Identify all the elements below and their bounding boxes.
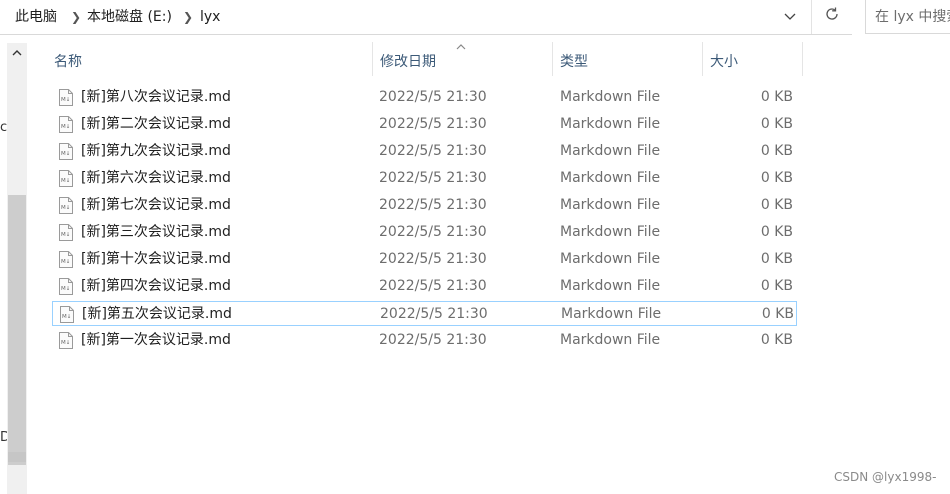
file-date: 2022/5/5 21:30 (379, 89, 487, 105)
svg-text:M↓: M↓ (61, 231, 70, 238)
file-type: Markdown File (560, 332, 661, 348)
file-name: [新]第八次会议记录.md (81, 89, 231, 105)
markdown-file-icon: M↓ (59, 89, 73, 106)
file-type: Markdown File (560, 170, 661, 186)
markdown-file-icon: M↓ (59, 278, 73, 295)
svg-text:M↓: M↓ (61, 339, 70, 346)
file-name: [新]第二次会议记录.md (81, 116, 231, 132)
chevron-down-icon[interactable] (776, 0, 804, 34)
column-header-type[interactable]: 类型 (553, 42, 702, 76)
file-name: [新]第三次会议记录.md (81, 224, 231, 240)
file-size: 0 KB (760, 224, 793, 240)
divider (811, 0, 812, 34)
svg-text:M↓: M↓ (61, 258, 70, 265)
file-date: 2022/5/5 21:30 (380, 306, 488, 322)
svg-text:M↓: M↓ (61, 96, 70, 103)
file-type: Markdown File (561, 306, 662, 322)
file-date: 2022/5/5 21:30 (379, 116, 487, 132)
scrollbar-track-segment[interactable] (8, 452, 26, 462)
chevron-right-icon[interactable]: ❯ (71, 0, 81, 34)
markdown-file-icon: M↓ (59, 197, 73, 214)
file-name: [新]第十次会议记录.md (81, 251, 231, 267)
file-size: 0 KB (760, 197, 793, 213)
file-date: 2022/5/5 21:30 (379, 251, 487, 267)
markdown-file-icon: M↓ (60, 306, 74, 323)
column-header-label: 类型 (560, 54, 588, 70)
file-date: 2022/5/5 21:30 (379, 170, 487, 186)
file-type: Markdown File (560, 251, 661, 267)
refresh-icon[interactable] (818, 0, 846, 34)
file-size: 0 KB (760, 332, 793, 348)
file-type: Markdown File (560, 278, 661, 294)
address-bar[interactable]: 此电脑 ❯ 本地磁盘 (E:) ❯ lyx (0, 0, 852, 35)
breadcrumb-lyx[interactable]: lyx (200, 0, 220, 34)
file-date: 2022/5/5 21:30 (379, 143, 487, 159)
svg-text:M↓: M↓ (61, 150, 70, 157)
chevron-right-icon[interactable]: ❯ (183, 0, 193, 34)
file-row[interactable]: M↓ [新]第六次会议记录.md 2022/5/5 21:30 Markdown Fi… (52, 166, 797, 191)
markdown-file-icon: M↓ (59, 332, 73, 349)
file-row[interactable]: M↓ [新]第二次会议记录.md 2022/5/5 21:30 Markdown Fi… (52, 112, 797, 137)
markdown-file-icon: M↓ (59, 143, 73, 160)
file-date: 2022/5/5 21:30 (379, 278, 487, 294)
file-date: 2022/5/5 21:30 (379, 332, 487, 348)
search-box[interactable] (865, 0, 950, 34)
breadcrumb-local-disk-e[interactable]: 本地磁盘 (E:) (87, 0, 172, 34)
file-row[interactable]: M↓ [新]第四次会议记录.md 2022/5/5 21:30 Markdown Fi… (52, 274, 797, 299)
watermark: CSDN @lyx1998- (834, 470, 937, 484)
scrollbar-thumb[interactable] (8, 195, 26, 465)
file-date: 2022/5/5 21:30 (379, 197, 487, 213)
markdown-file-icon: M↓ (59, 251, 73, 268)
markdown-file-icon: M↓ (59, 224, 73, 241)
markdown-file-icon: M↓ (59, 170, 73, 187)
file-row[interactable]: M↓ [新]第七次会议记录.md 2022/5/5 21:30 Markdown Fi… (52, 193, 797, 218)
file-name: [新]第四次会议记录.md (81, 278, 231, 294)
svg-text:M↓: M↓ (62, 313, 71, 320)
file-size: 0 KB (760, 278, 793, 294)
column-header-label: 修改日期 (380, 54, 436, 70)
column-header-label: 大小 (710, 54, 738, 70)
file-type: Markdown File (560, 143, 661, 159)
file-size: 0 KB (760, 251, 793, 267)
column-header-name[interactable]: 名称 (44, 42, 372, 76)
breadcrumb-this-pc[interactable]: 此电脑 (15, 0, 57, 34)
column-divider[interactable] (802, 42, 803, 76)
file-size: 0 KB (760, 89, 793, 105)
search-input[interactable] (866, 0, 950, 33)
svg-text:M↓: M↓ (61, 285, 70, 292)
file-row[interactable]: M↓ [新]第十次会议记录.md 2022/5/5 21:30 Markdown Fi… (52, 247, 797, 272)
file-type: Markdown File (560, 89, 661, 105)
column-header-date[interactable]: 修改日期 (373, 42, 552, 76)
file-type: Markdown File (560, 197, 661, 213)
svg-text:M↓: M↓ (61, 204, 70, 211)
file-name: [新]第六次会议记录.md (81, 170, 231, 186)
file-size: 0 KB (760, 143, 793, 159)
file-row[interactable]: M↓ [新]第三次会议记录.md 2022/5/5 21:30 Markdown Fi… (52, 220, 797, 245)
file-row[interactable]: M↓ [新]第五次会议记录.md 2022/5/5 21:30 Markdown Fi… (52, 301, 797, 326)
file-row[interactable]: M↓ [新]第一次会议记录.md 2022/5/5 21:30 Markdown Fi… (52, 328, 797, 353)
svg-text:M↓: M↓ (61, 123, 70, 130)
file-date: 2022/5/5 21:30 (379, 224, 487, 240)
file-name: [新]第九次会议记录.md (81, 143, 231, 159)
file-row[interactable]: M↓ [新]第九次会议记录.md 2022/5/5 21:30 Markdown Fi… (52, 139, 797, 164)
scroll-up-icon[interactable] (7, 43, 27, 63)
file-name: [新]第七次会议记录.md (81, 197, 231, 213)
markdown-file-icon: M↓ (59, 116, 73, 133)
column-header-size[interactable]: 大小 (703, 42, 802, 76)
file-size: 0 KB (760, 170, 793, 186)
svg-text:M↓: M↓ (61, 177, 70, 184)
file-row[interactable]: M↓ [新]第八次会议记录.md 2022/5/5 21:30 Markdown Fi… (52, 85, 797, 110)
file-type: Markdown File (560, 116, 661, 132)
file-type: Markdown File (560, 224, 661, 240)
file-name: [新]第一次会议记录.md (81, 332, 231, 348)
file-size: 0 KB (761, 306, 794, 322)
column-header-label: 名称 (54, 54, 82, 70)
file-size: 0 KB (760, 116, 793, 132)
file-name: [新]第五次会议记录.md (82, 306, 232, 322)
